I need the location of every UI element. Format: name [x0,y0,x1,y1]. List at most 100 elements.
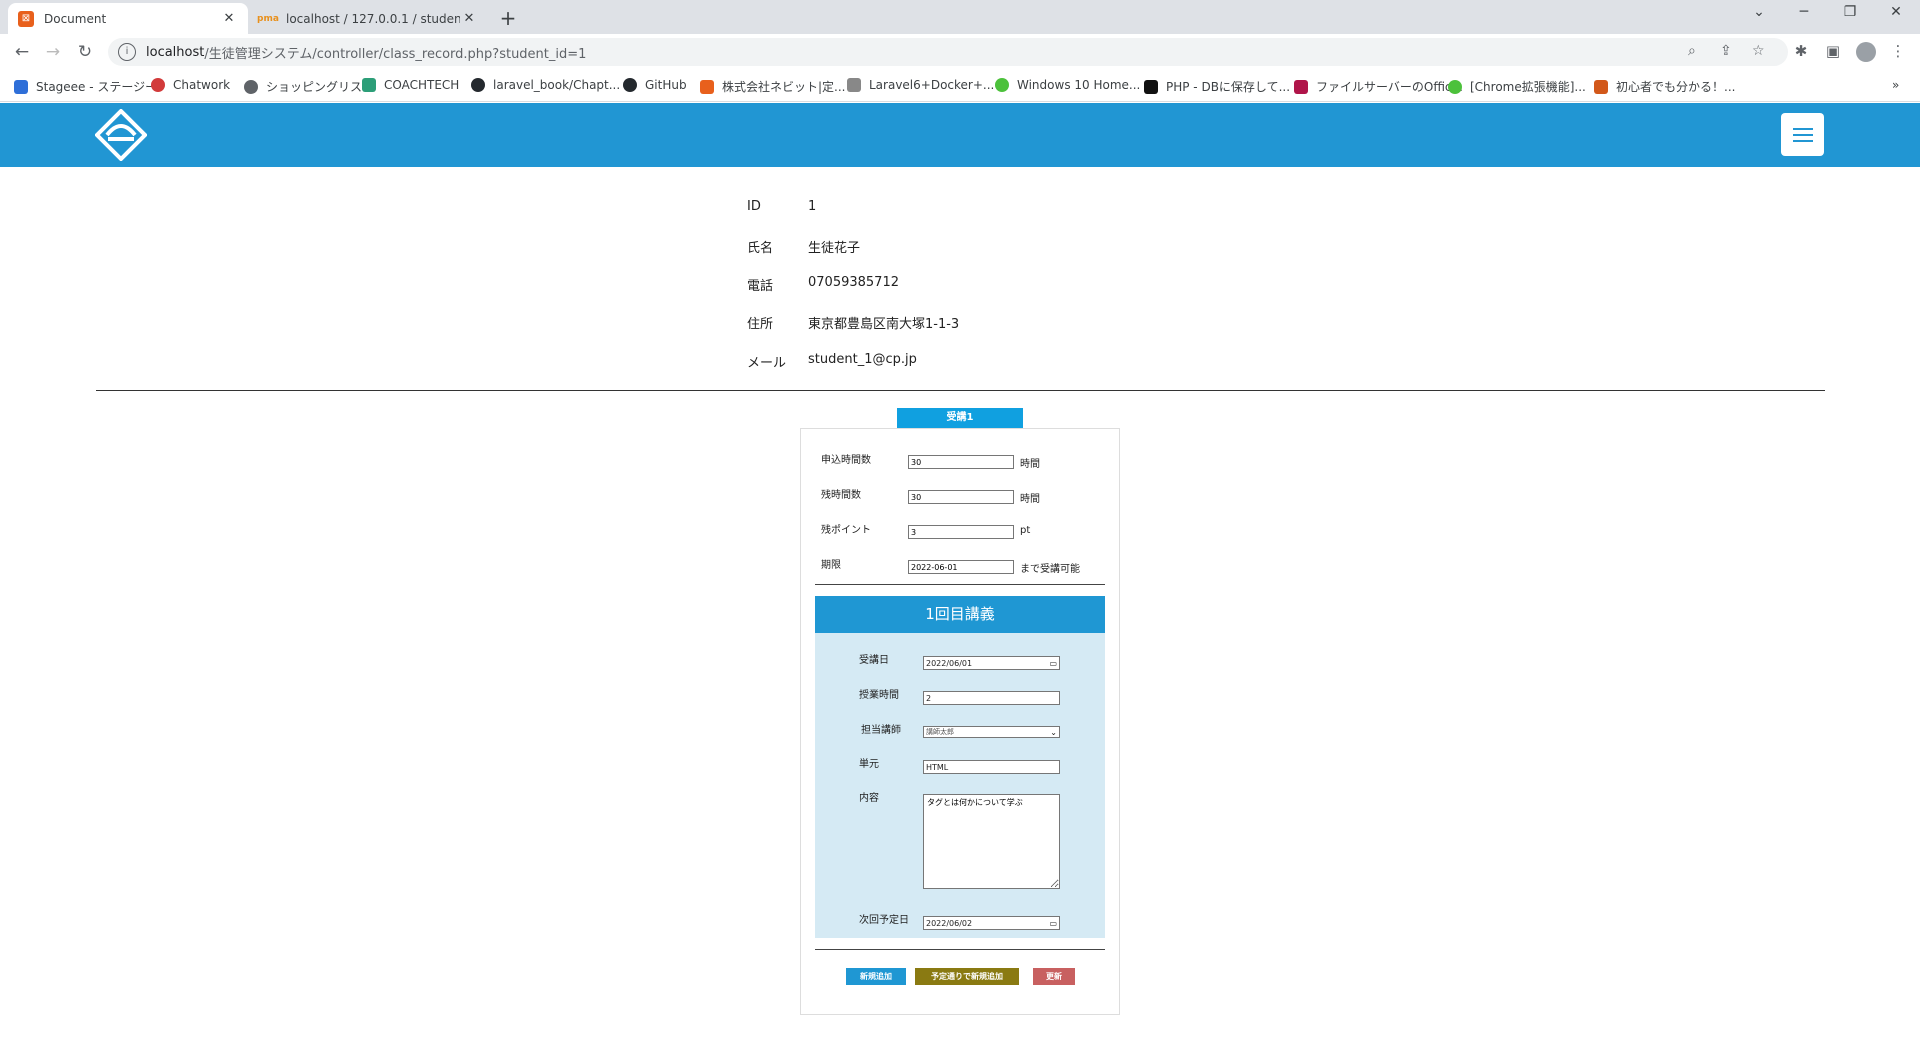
bookmark-label: COACHTECH [384,78,460,92]
course-tab[interactable]: 受講1 [897,408,1023,428]
qiita-icon [847,78,861,92]
lecture-hours-input[interactable]: 2 [923,691,1060,705]
tab-search-icon[interactable]: ⌄ [1737,4,1781,20]
bookmark-star-icon[interactable]: ☆ [1752,43,1765,59]
share-icon[interactable]: ⇪ [1720,43,1732,59]
bookmark-label: ショッピングリスト [266,80,375,94]
globe-icon [244,79,258,94]
bookmark-item[interactable]: Laravel6+Docker+... [847,78,994,92]
calendar-icon[interactable]: ▭ [1049,919,1057,928]
bookmark-item[interactable]: [Chrome拡張機能]... [1448,78,1586,95]
student-id-value: 1 [808,199,817,214]
next-date-value: 2022/06/02 [926,918,973,928]
bookmark-item[interactable]: PHP - DBに保存して... [1144,78,1290,95]
address-bar[interactable]: i localhost/生徒管理システム/controller/class_re… [108,38,1788,66]
lecture-content-label: 内容 [859,793,879,804]
bookmark-item[interactable]: ショッピングリスト [244,78,374,95]
chevron-down-icon: ⌄ [1050,727,1057,737]
remaining-hours-unit: 時間 [1020,494,1040,505]
more-bookmarks-icon[interactable]: » [1892,78,1899,92]
close-tab-icon[interactable]: ✕ [460,11,478,26]
bookmark-label: GitHub [645,78,687,92]
reload-icon[interactable]: ↻ [74,42,96,62]
card-divider [815,584,1105,585]
xampp-icon [700,79,714,94]
minimize-button[interactable]: ─ [1782,4,1826,20]
add-as-scheduled-button[interactable]: 予定通りで新規追加 [915,968,1019,985]
new-tab-button[interactable]: + [496,6,520,30]
instructor-selected-value: 講師太郎 [926,728,954,736]
remaining-hours-label: 残時間数 [821,490,861,501]
bookmark-label: Windows 10 Home... [1017,78,1141,92]
bookmark-item[interactable]: Chatwork [151,78,230,92]
lecture-date-value: 2022/06/01 [926,658,973,668]
zenn-icon [1594,79,1608,94]
bookmark-label: Laravel6+Docker+... [869,78,995,92]
zoom-icon[interactable]: ⌕ [1688,43,1696,59]
forward-icon[interactable]: → [42,42,64,62]
site-info-icon[interactable]: i [118,43,136,61]
x-mark-icon [1294,79,1308,94]
browser-tab-phpmyadmin[interactable]: pma localhost / 127.0.0.1 / students_s ✕ [250,3,488,34]
window-close-button[interactable]: ✕ [1874,4,1918,20]
applied-hours-input[interactable] [908,455,1014,469]
browser-menu-icon[interactable]: ⋮ [1888,42,1908,60]
profile-avatar-icon[interactable] [1856,42,1876,62]
stageee-icon [14,79,28,94]
calendar-icon[interactable]: ▭ [1049,659,1057,668]
bookmark-label: 株式会社ネビット|定... [722,80,846,94]
hamburger-menu-button[interactable] [1781,113,1824,156]
lecture-instructor-label: 担当講師 [861,725,901,736]
app-header [0,103,1920,167]
remaining-points-input[interactable] [908,525,1014,539]
browser-toolbar: ← → ↻ i localhost/生徒管理システム/controller/cl… [0,34,1920,70]
applied-hours-unit: 時間 [1020,459,1040,470]
next-date-label: 次回予定日 [859,915,909,926]
back-icon[interactable]: ← [11,42,33,62]
bookmark-item[interactable]: laravel_book/Chapt... [471,78,620,92]
extensions-icon[interactable]: ✱ [1791,42,1811,60]
remaining-points-label: 残ポイント [821,525,871,536]
lecture-content-textarea[interactable]: タグとは何かについて学ぶ [923,794,1060,889]
update-button[interactable]: 更新 [1033,968,1075,985]
tab-title: localhost / 127.0.0.1 / students_s [286,11,460,26]
add-new-button[interactable]: 新規追加 [846,968,906,985]
github-icon [623,78,637,92]
lecture-unit-input[interactable]: HTML [923,760,1060,774]
deadline-input[interactable] [908,560,1014,574]
teratail-icon [1448,79,1462,94]
chatwork-icon [151,78,165,92]
menu-bar-icon [1792,127,1813,130]
url-path: /生徒管理システム/controller/class_record.php?st… [204,46,587,62]
bookmarks-bar: Stageee - ステージー Chatwork ショッピングリスト COACH… [0,70,1920,102]
next-date-input[interactable]: 2022/06/02 ▭ [923,916,1060,930]
bookmark-item[interactable]: COACHTECH [362,78,459,92]
bookmark-item[interactable]: GitHub [623,78,687,92]
bookmark-item[interactable]: Stageee - ステージー [14,78,157,95]
applied-hours-label: 申込時間数 [821,455,871,466]
browser-tabstrip: ⊠ Document ✕ pma localhost / 127.0.0.1 /… [0,0,1920,34]
instructor-select[interactable]: 講師太郎 ⌄ [923,726,1060,738]
restore-button[interactable]: ❐ [1828,4,1872,20]
bookmark-label: ファイルサーバーのOffic... [1316,80,1463,94]
browser-tab-document[interactable]: ⊠ Document ✕ [8,3,248,34]
bookmark-item[interactable]: Windows 10 Home... [995,78,1140,92]
side-panel-icon[interactable]: ▣ [1823,42,1843,60]
menu-bar-icon [1792,133,1813,136]
student-id-label: ID [747,199,761,214]
tab-title: Document [44,11,107,26]
atcoder-icon [1144,79,1158,94]
bookmark-item[interactable]: 初心者でも分かる！... [1594,78,1735,95]
menu-bar-icon [1792,139,1813,142]
close-tab-icon[interactable]: ✕ [220,11,238,26]
app-logo-icon[interactable] [95,109,147,161]
lecture-hours-label: 授業時間 [859,690,899,701]
lecture-date-label: 受講日 [859,655,889,666]
bookmark-item[interactable]: 株式会社ネビット|定... [700,78,846,95]
remaining-points-unit: pt [1020,525,1031,536]
bookmark-item[interactable]: ファイルサーバーのOffic... [1294,78,1463,95]
remaining-hours-input[interactable] [908,490,1014,504]
lecture-date-input[interactable]: 2022/06/01 ▭ [923,656,1060,670]
bookmark-label: Chatwork [173,78,231,92]
student-email-label: メール [747,356,787,371]
